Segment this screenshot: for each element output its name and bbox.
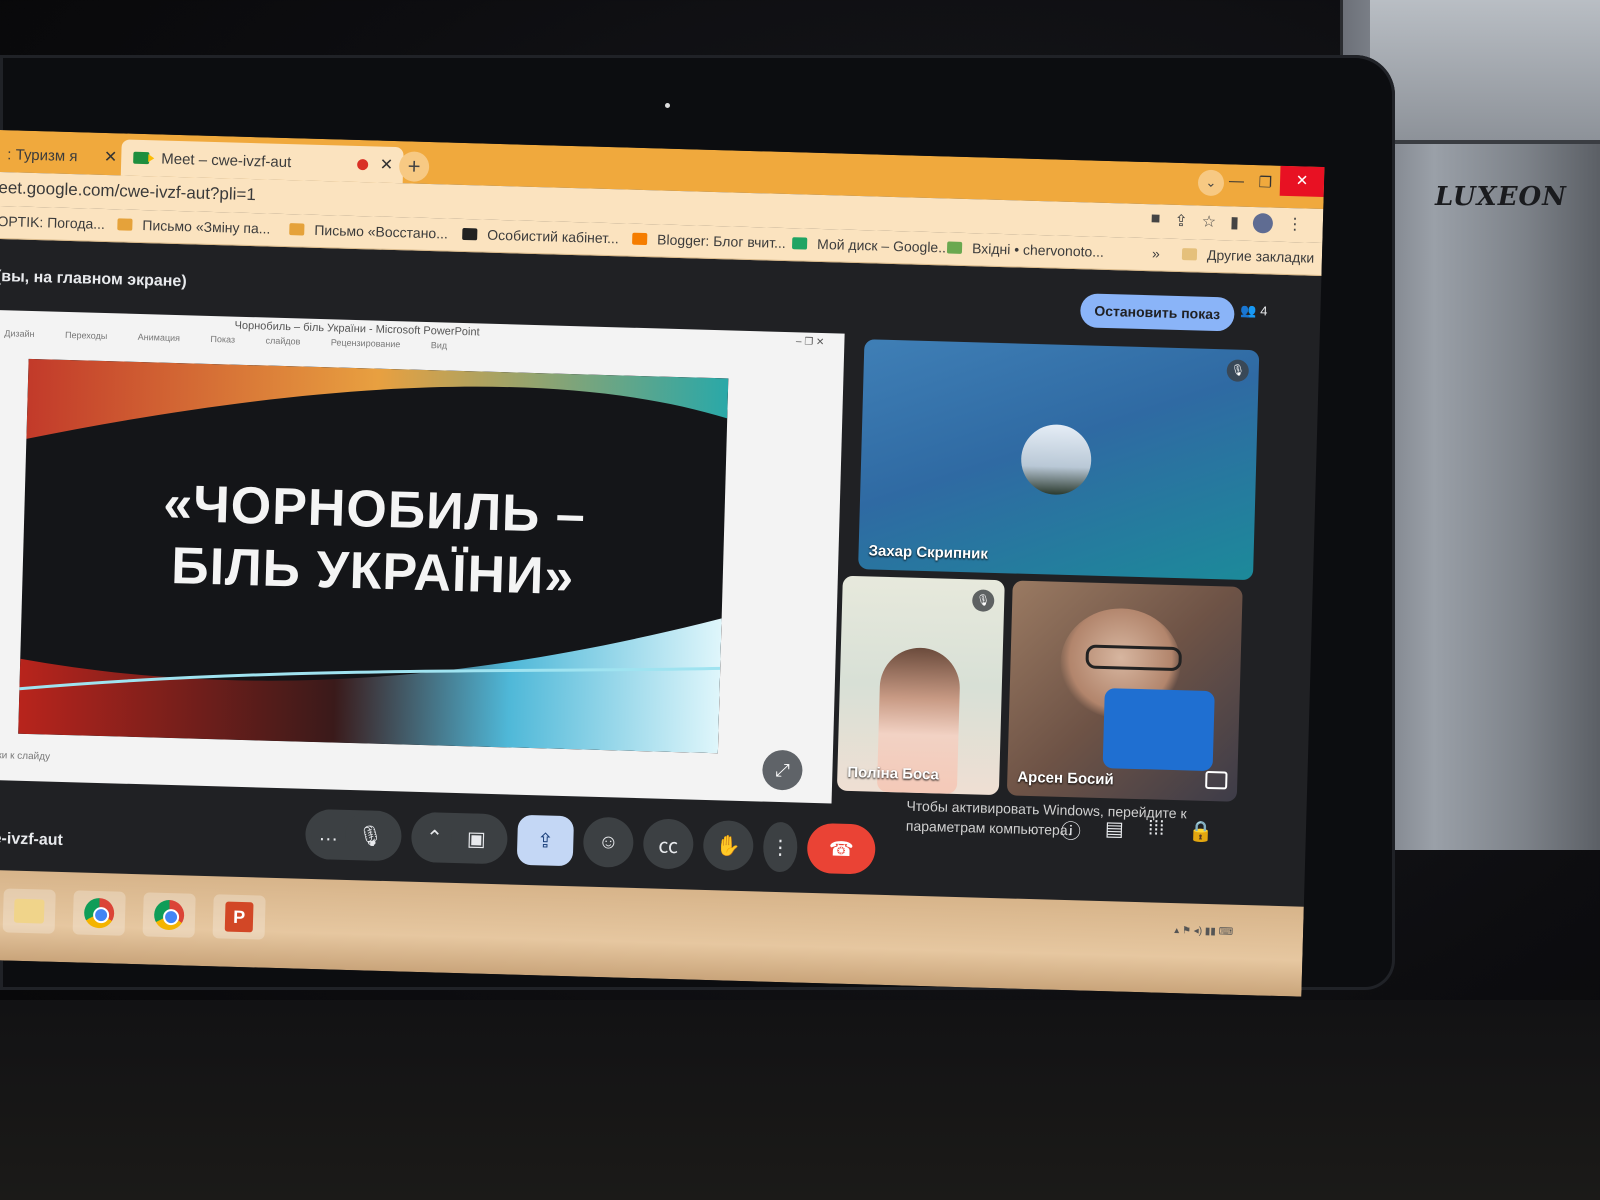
- chat-icon[interactable]: ▤: [1104, 816, 1125, 846]
- bookmarks-overflow-button[interactable]: »: [1152, 245, 1160, 261]
- end-call-button[interactable]: ☎: [806, 822, 876, 875]
- url-field[interactable]: eet.google.com/cwe-ivzf-aut?pli=1: [0, 178, 256, 205]
- meeting-code: we-ivzf-aut: [0, 829, 64, 850]
- system-tray: ▴ ⚑ ◂) ▮▮ ⌨: [1174, 925, 1234, 938]
- meet-favicon-icon: [133, 151, 150, 165]
- bookmark-item[interactable]: Blogger: Блог вчит...: [632, 231, 786, 251]
- meet-control-bar: … 🎙 ⌃ ▣ ⇪ ☺ ㏄ ✋ ⋮ ☎: [304, 804, 876, 880]
- powerpoint-window-buttons: – ❐ ✕: [795, 336, 825, 349]
- presenting-label: (вы, на главном экране): [0, 267, 187, 291]
- mic-off-icon: 🎙: [1226, 359, 1250, 382]
- bookmark-item[interactable]: Особистий кабінет...: [462, 226, 619, 246]
- tab-search-chevron-icon[interactable]: ⌄: [1197, 169, 1225, 197]
- bookmark-item[interactable]: OPTIK: Погода...: [0, 213, 105, 232]
- menu-kebab-icon[interactable]: ⋮: [1287, 214, 1304, 234]
- tab-tourism[interactable]: : Туризм я ✕: [0, 136, 128, 176]
- presented-powerpoint-window: Чорнобиль – біль України - Microsoft Pow…: [0, 309, 845, 804]
- meet-side-controls: ⓘ ▤ ⁞⁞⁞ 🔒: [1060, 815, 1214, 848]
- close-icon[interactable]: ✕: [104, 147, 118, 167]
- webcam-dot: [665, 103, 670, 108]
- tab-label: : Туризм я: [7, 145, 78, 165]
- taskbar-chrome-2[interactable]: [142, 892, 196, 938]
- mail-icon: [117, 218, 133, 231]
- new-tab-button[interactable]: +: [398, 151, 430, 182]
- expand-icon[interactable]: ⤢: [761, 749, 803, 791]
- activities-icon[interactable]: ⁞⁞⁞: [1147, 817, 1165, 846]
- chevron-up-icon[interactable]: ⌃: [416, 811, 453, 863]
- participant-name: Арсен Босий: [1017, 768, 1114, 789]
- slide-canvas: «ЧОРНОБИЛЬ – БІЛЬ УКРАЇНИ»: [18, 358, 729, 754]
- address-bar-icons: ■ ⇪ ☆ ▮ ⋮: [1150, 210, 1303, 234]
- close-icon[interactable]: ✕: [379, 155, 394, 175]
- recording-indicator-icon: [356, 158, 368, 170]
- participant-video-phone: [1102, 688, 1215, 772]
- mic-control-group: … 🎙: [304, 808, 403, 862]
- taskbar-chrome[interactable]: [72, 890, 126, 936]
- bookmark-item[interactable]: Письмо «Зміну па...: [117, 216, 271, 237]
- participant-tile[interactable]: 🎙 Захар Скрипник: [858, 339, 1260, 581]
- microphone-icon[interactable]: 🎙: [344, 809, 397, 862]
- share-icon[interactable]: ⇪: [1174, 211, 1188, 231]
- taskbar-powerpoint[interactable]: P: [212, 894, 266, 940]
- participants-count[interactable]: 👥 4: [1240, 303, 1267, 320]
- profile-avatar[interactable]: [1252, 213, 1274, 234]
- picture-in-picture-icon[interactable]: [1205, 770, 1228, 790]
- present-screen-icon[interactable]: ⇪: [516, 814, 575, 867]
- participant-name: Поліна Боса: [847, 763, 940, 784]
- google-drive-icon: [791, 237, 808, 250]
- window-close-button[interactable]: ✕: [1279, 165, 1325, 197]
- bookmark-star-icon[interactable]: ☆: [1201, 212, 1217, 232]
- chrome-icon: [83, 897, 115, 929]
- folder-icon: [13, 898, 45, 924]
- table-surface: [0, 1000, 1600, 1200]
- captions-icon[interactable]: ㏄: [642, 818, 695, 870]
- participant-video-glasses: [1085, 644, 1183, 672]
- slide-notes-hint: етки к слайду: [0, 749, 51, 763]
- people-icon: 👥: [1240, 302, 1257, 319]
- mic-off-icon: 🎙: [971, 589, 995, 612]
- info-icon[interactable]: ⓘ: [1060, 815, 1082, 845]
- raise-hand-icon[interactable]: ✋: [702, 819, 754, 872]
- participant-tile[interactable]: 🎙 Поліна Боса: [836, 575, 1005, 796]
- stop-presenting-button[interactable]: Остановить показ: [1079, 293, 1235, 332]
- mail-inbox-icon: [946, 241, 963, 254]
- slide-title: «ЧОРНОБИЛЬ – БІЛЬ УКРАЇНИ»: [162, 474, 587, 607]
- folder-icon: [1181, 248, 1198, 261]
- host-controls-lock-icon[interactable]: 🔒: [1188, 818, 1214, 848]
- camera-icon[interactable]: ▣: [450, 812, 503, 865]
- more-options-icon[interactable]: ⋮: [762, 821, 798, 873]
- audio-options-icon[interactable]: …: [310, 808, 347, 860]
- tab-label: Meet – cwe-ivzf-aut: [161, 150, 292, 171]
- chrome-icon: [153, 899, 185, 931]
- speaker-brand-logo: LUXEON: [1435, 182, 1567, 212]
- speaker-top: [1370, 0, 1600, 144]
- mail-icon: [289, 223, 305, 236]
- powerpoint-icon: P: [224, 901, 254, 933]
- avatar: [1020, 423, 1093, 496]
- laptop-screen: : Туризм я ✕ Meet – cwe-ivzf-aut ✕ + ⌄ —…: [0, 130, 1325, 997]
- taskbar-explorer[interactable]: [2, 888, 56, 934]
- blogger-icon: [632, 232, 648, 246]
- other-bookmarks-folder[interactable]: Другие закладки: [1181, 246, 1314, 266]
- bookmark-item[interactable]: Вхідні • chervonoto...: [946, 239, 1104, 260]
- minimize-button[interactable]: —: [1229, 172, 1244, 189]
- cabinet-icon: [462, 227, 478, 241]
- side-panel-icon[interactable]: ▮: [1230, 212, 1239, 232]
- bookmark-item[interactable]: Мой диск – Google...: [791, 235, 950, 256]
- camera-in-use-icon[interactable]: ■: [1150, 210, 1161, 230]
- camera-control-group: ⌃ ▣: [410, 811, 509, 865]
- participant-name: Захар Скрипник: [868, 542, 989, 563]
- emoji-reaction-icon[interactable]: ☺: [582, 816, 635, 868]
- bookmark-item[interactable]: Письмо «Восстано...: [289, 221, 448, 242]
- participant-tile[interactable]: Арсен Босий: [1006, 580, 1243, 802]
- restore-button[interactable]: ❐: [1258, 173, 1272, 191]
